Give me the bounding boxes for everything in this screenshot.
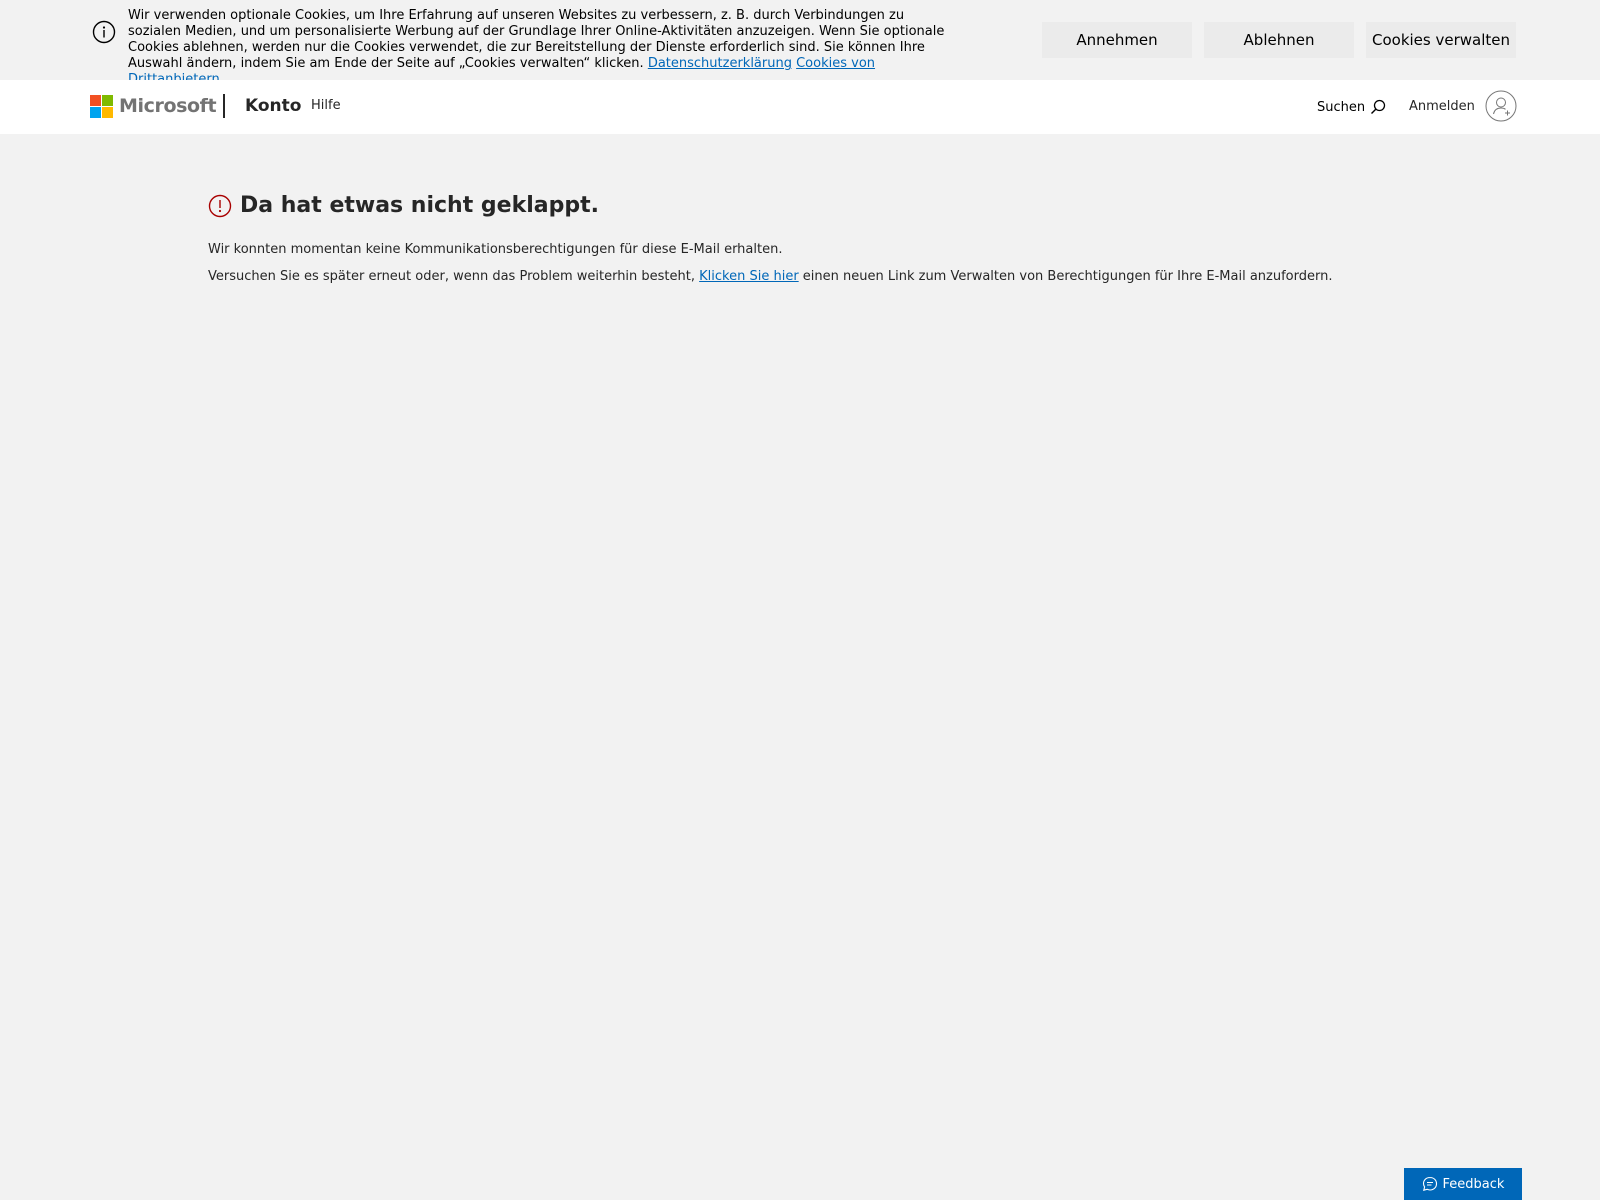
error-heading: Da hat etwas nicht geklappt. [208,190,1408,222]
feedback-chat-icon [1422,1176,1437,1191]
error-instructions: Versuchen Sie es später erneut oder, wen… [208,267,1408,287]
search-label: Suchen [1317,99,1366,115]
feedback-label: Feedback [1442,1176,1505,1192]
cookie-banner: Wir verwenden optionale Cookies, um Ihre… [0,0,1600,87]
error-content: Da hat etwas nicht geklappt. Wir konnten… [208,190,1408,287]
feedback-button[interactable]: Feedback [1404,1168,1522,1200]
search-button[interactable]: Suchen [1317,96,1387,118]
request-new-link[interactable]: Klicken Sie hier [699,269,799,284]
error-alert-icon [208,194,232,218]
page: Wir verwenden optionale Cookies, um Ihre… [0,0,1600,1200]
signin-label: Anmelden [1409,98,1475,114]
microsoft-logo[interactable]: Microsoft [90,94,217,118]
error-instructions-text-after: einen neuen Link zum Verwalten von Berec… [798,269,1333,284]
header-divider [223,94,225,118]
brand-title[interactable]: Konto [245,94,301,118]
manage-cookies-button[interactable]: Cookies verwalten [1366,22,1516,58]
error-message: Wir konnten momentan keine Kommunikation… [208,242,783,257]
avatar-icon [1485,90,1517,122]
accept-cookies-button[interactable]: Annehmen [1042,22,1192,58]
search-icon [1371,99,1386,114]
microsoft-wordmark: Microsoft [119,95,217,117]
error-title: Da hat etwas nicht geklappt. [240,193,599,218]
reject-cookies-button[interactable]: Ablehnen [1204,22,1354,58]
cookie-text: Wir verwenden optionale Cookies, um Ihre… [128,8,958,88]
microsoft-logo-icon [90,94,113,118]
error-instructions-text-before: Versuchen Sie es später erneut oder, wen… [208,269,700,284]
info-icon [92,20,116,44]
nav-help-link[interactable]: Hilfe [311,97,341,115]
site-header: Microsoft Konto Hilfe Suchen Anmelden [0,80,1600,134]
signin-button[interactable]: Anmelden [1409,90,1517,122]
privacy-statement-link[interactable]: Datenschutzerklärung [648,56,792,71]
